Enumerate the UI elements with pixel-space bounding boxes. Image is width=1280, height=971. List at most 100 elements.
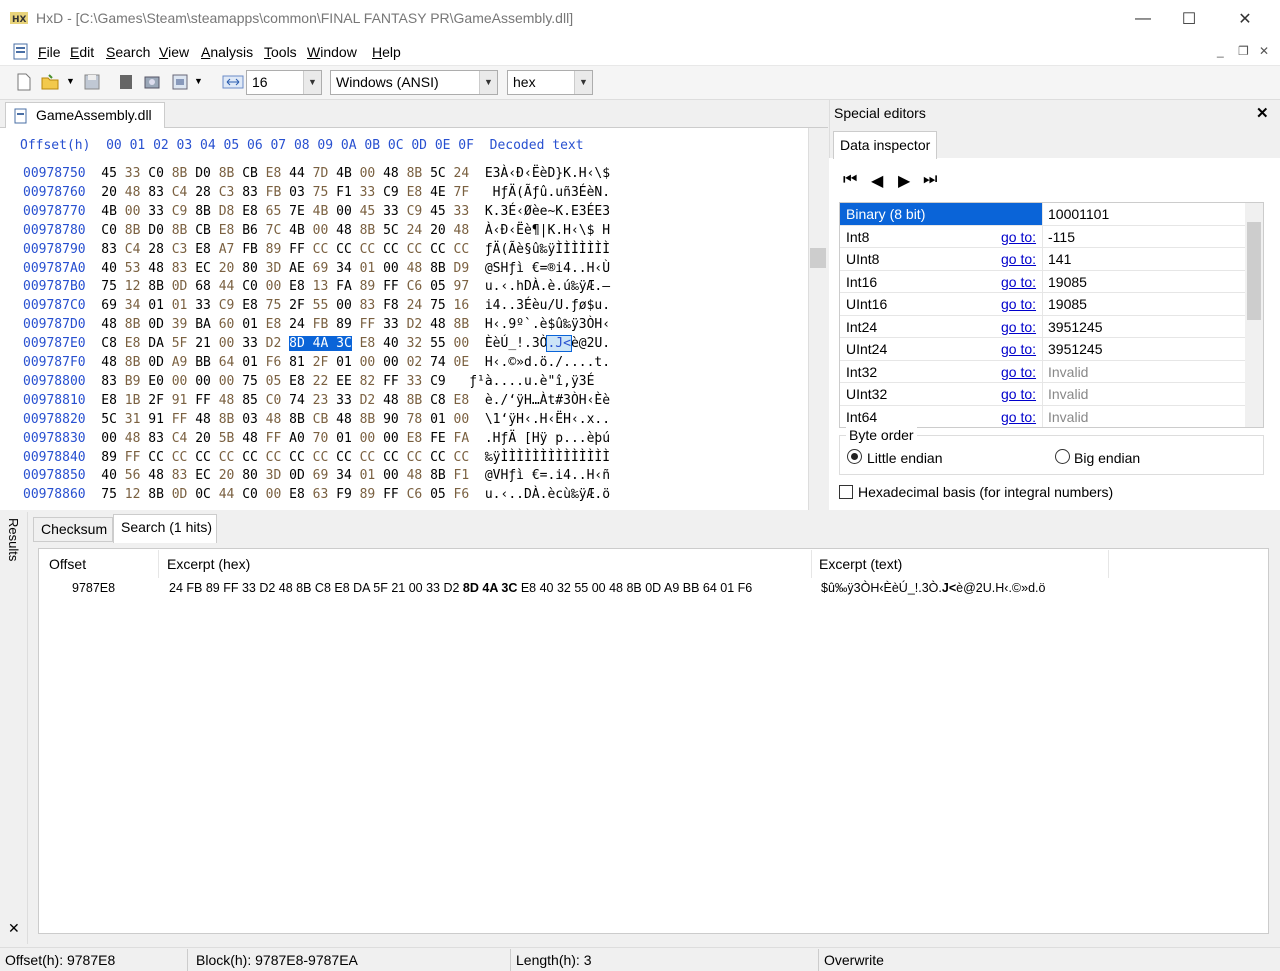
hex-byte[interactable]: 24	[454, 166, 470, 181]
inspector-row[interactable]: Int32 go to: Invalid	[840, 360, 1246, 383]
inspector-row[interactable]: UInt8 go to: 141	[840, 248, 1246, 271]
hex-byte[interactable]: 8B	[125, 317, 141, 332]
little-endian-radio[interactable]	[847, 449, 862, 464]
hex-byte[interactable]: 45	[360, 204, 376, 219]
hex-byte[interactable]: CC	[148, 450, 164, 465]
hex-byte[interactable]: 8B	[125, 223, 141, 238]
goto-link[interactable]: go to:	[1001, 361, 1036, 383]
hex-row[interactable]: 00978830 00 48 83 C4 20 5B 48 FF A0 70 0…	[23, 429, 610, 448]
decoded-text[interactable]: H‹.9º`.è$û‰ÿ3ÒH‹	[485, 317, 610, 332]
hex-byte[interactable]: 89	[336, 317, 352, 332]
menu-file[interactable]: File	[38, 44, 61, 60]
inspector-value[interactable]: 141	[1048, 248, 1071, 270]
hex-byte[interactable]: 40	[101, 261, 117, 276]
hex-byte[interactable]: 48	[336, 412, 352, 427]
hex-byte[interactable]: 23	[313, 393, 329, 408]
hex-byte[interactable]: 75	[101, 487, 117, 502]
big-endian-label[interactable]: Big endian	[1074, 450, 1140, 466]
hex-byte[interactable]: 32	[407, 336, 423, 351]
hex-byte[interactable]: 00	[360, 166, 376, 181]
inspector-row[interactable]: Int16 go to: 19085	[840, 270, 1246, 293]
inspector-value[interactable]: Invalid	[1048, 406, 1088, 428]
tab-data-inspector[interactable]: Data inspector	[833, 131, 937, 159]
hex-byte[interactable]: C4	[172, 431, 188, 446]
hex-byte[interactable]: 00	[266, 279, 282, 294]
hex-byte[interactable]: 34	[125, 298, 141, 313]
goto-link[interactable]: go to:	[1001, 248, 1036, 270]
hex-byte[interactable]: 70	[313, 431, 329, 446]
menu-window[interactable]: Window	[307, 44, 357, 60]
hex-byte[interactable]: E8	[289, 279, 305, 294]
hex-byte[interactable]: FB	[242, 242, 258, 257]
hex-byte[interactable]: E8	[242, 298, 258, 313]
hex-byte[interactable]: 05	[266, 374, 282, 389]
hex-byte[interactable]: 28	[148, 242, 164, 257]
hex-byte[interactable]: C4	[172, 185, 188, 200]
hex-byte[interactable]: 12	[125, 279, 141, 294]
hex-byte[interactable]: 80	[242, 261, 258, 276]
hex-byte[interactable]: 2F	[148, 393, 164, 408]
column-header-excerpt-text[interactable]: Excerpt (text)	[819, 556, 902, 572]
inspector-value[interactable]: 19085	[1048, 271, 1087, 293]
hex-byte[interactable]: 31	[125, 412, 141, 427]
hex-byte[interactable]: C4	[125, 242, 141, 257]
tab-search-hits[interactable]: Search (1 hits)	[113, 514, 217, 543]
decoded-text[interactable]: ÈèÚ_!.3Ò.J<è@2U.	[485, 335, 610, 353]
inspector-value[interactable]: Invalid	[1048, 383, 1088, 405]
hex-byte[interactable]: 48	[125, 185, 141, 200]
hex-basis-label[interactable]: Hexadecimal basis (for integral numbers)	[858, 484, 1113, 500]
minimize-button[interactable]: —	[1120, 0, 1166, 38]
hex-row[interactable]: 00978810 E8 1B 2F 91 FF 48 85 C0 74 23 3…	[23, 391, 610, 410]
tab-checksum[interactable]: Checksum	[33, 517, 113, 542]
hex-byte[interactable]: EC	[195, 468, 211, 483]
hex-byte[interactable]: D8	[219, 204, 235, 219]
hex-byte[interactable]: 33	[454, 204, 470, 219]
inspector-row[interactable]: UInt24 go to: 3951245	[840, 338, 1246, 361]
hex-byte[interactable]: 8B	[172, 166, 188, 181]
hex-byte[interactable]: 60	[219, 317, 235, 332]
hex-byte[interactable]: 00	[125, 204, 141, 219]
hex-byte[interactable]: C0	[101, 223, 117, 238]
hex-byte[interactable]: 48	[383, 166, 399, 181]
hex-basis-checkbox[interactable]	[839, 485, 853, 499]
hex-byte[interactable]: 01	[148, 298, 164, 313]
hex-byte[interactable]: F9	[336, 487, 352, 502]
hex-byte[interactable]: 83	[101, 242, 117, 257]
hex-byte[interactable]: 21	[195, 336, 211, 351]
mdi-close-button[interactable]: ✕	[1259, 44, 1269, 58]
hex-byte[interactable]: 00	[383, 355, 399, 370]
hex-byte[interactable]: 48	[148, 468, 164, 483]
hex-byte[interactable]: 48	[430, 317, 446, 332]
hex-byte[interactable]: 75	[430, 298, 446, 313]
hex-byte[interactable]: 48	[454, 223, 470, 238]
next-icon[interactable]: ▶	[898, 171, 910, 191]
decoded-text[interactable]: u.‹.hDÀ.è.ú‰ÿÆ.—	[485, 279, 610, 294]
special-editors-close-button[interactable]: ✕	[1256, 104, 1269, 122]
hex-byte[interactable]: 20	[219, 261, 235, 276]
hex-byte[interactable]: 63	[313, 487, 329, 502]
hex-row[interactable]: 009787E0 C8 E8 DA 5F 21 00 33 D2 8D 4A 3…	[23, 334, 610, 353]
result-offset[interactable]: 9787E8	[72, 581, 115, 595]
hex-byte[interactable]: 00	[360, 431, 376, 446]
hex-byte[interactable]: CC	[266, 450, 282, 465]
hex-byte[interactable]: 8B	[407, 393, 423, 408]
hex-byte[interactable]: CC	[289, 450, 305, 465]
hex-byte[interactable]: C3	[219, 185, 235, 200]
hex-byte[interactable]: 0D	[172, 487, 188, 502]
hex-byte[interactable]: 44	[219, 279, 235, 294]
hex-byte[interactable]: 8B	[219, 166, 235, 181]
inspector-row[interactable]: Int64 go to: Invalid	[840, 405, 1246, 428]
hex-byte[interactable]: C8	[101, 336, 117, 351]
hex-byte[interactable]: 01	[336, 355, 352, 370]
hex-byte[interactable]: 4A	[312, 336, 329, 352]
hex-byte[interactable]: 48	[242, 431, 258, 446]
hex-byte[interactable]: 28	[195, 185, 211, 200]
hex-byte[interactable]: 75	[266, 298, 282, 313]
inspector-row[interactable]: Int8 go to: -115	[840, 225, 1246, 248]
hex-byte[interactable]: 13	[313, 279, 329, 294]
hex-byte[interactable]: F8	[383, 298, 399, 313]
hex-byte[interactable]: FF	[383, 487, 399, 502]
hex-byte[interactable]: 0C	[195, 487, 211, 502]
hex-byte[interactable]: 82	[360, 374, 376, 389]
hex-byte[interactable]: E8	[195, 242, 211, 257]
